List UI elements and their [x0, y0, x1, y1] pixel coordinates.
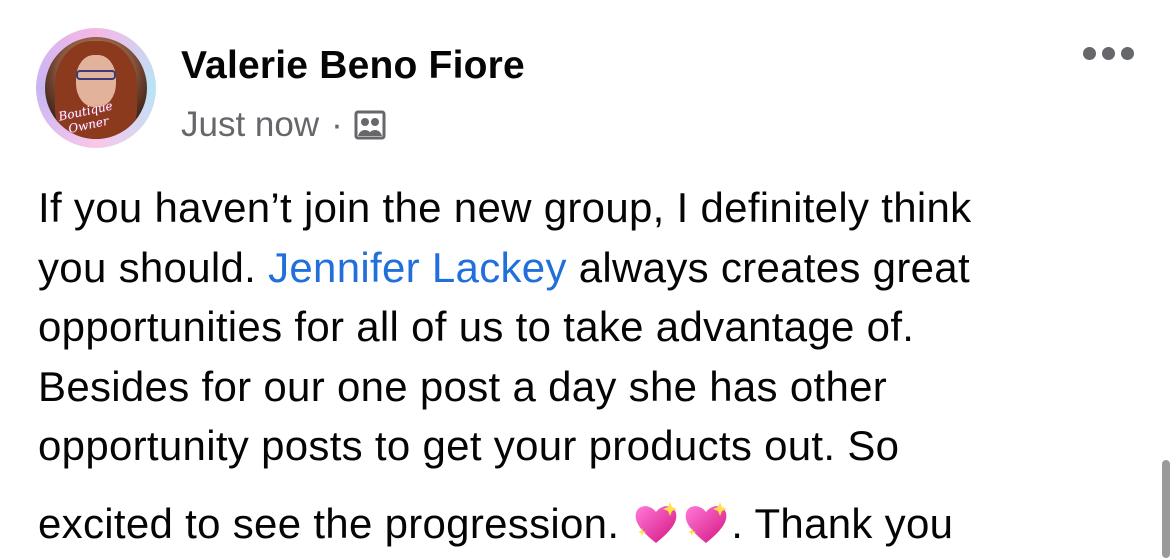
meta-separator: · — [331, 105, 343, 144]
post-timestamp[interactable]: Just now — [181, 105, 319, 145]
facebook-post: Boutique Owner Valerie Beno Fiore Just n… — [0, 0, 1170, 558]
post-body-line: Besides for our one post a day she has o… — [38, 362, 888, 410]
post-body-line: opportunities for all of us to take adva… — [38, 303, 915, 350]
scrollbar[interactable] — [1162, 460, 1170, 558]
author-name[interactable]: Valerie Beno Fiore — [181, 44, 525, 88]
post-body: If you haven’t join the new group, I def… — [38, 178, 1128, 553]
post-body-line: If you haven’t join the new group, I def… — [38, 184, 972, 231]
post-body-line: opportunity posts to get your products o… — [38, 422, 900, 469]
author-avatar[interactable]: Boutique Owner — [36, 28, 156, 148]
more-options-icon[interactable] — [1083, 47, 1134, 60]
sparkling-heart-icon — [635, 501, 678, 543]
post-body-line: you should. Jennifer Lackey always creat… — [38, 243, 970, 291]
mention-link[interactable]: Jennifer Lackey — [268, 244, 567, 291]
post-body-line: excited to see the progression. . Thank … — [38, 499, 954, 547]
sparkling-heart-icon — [685, 501, 728, 543]
group-audience-icon[interactable] — [353, 108, 387, 142]
post-meta: Just now · — [181, 105, 387, 145]
